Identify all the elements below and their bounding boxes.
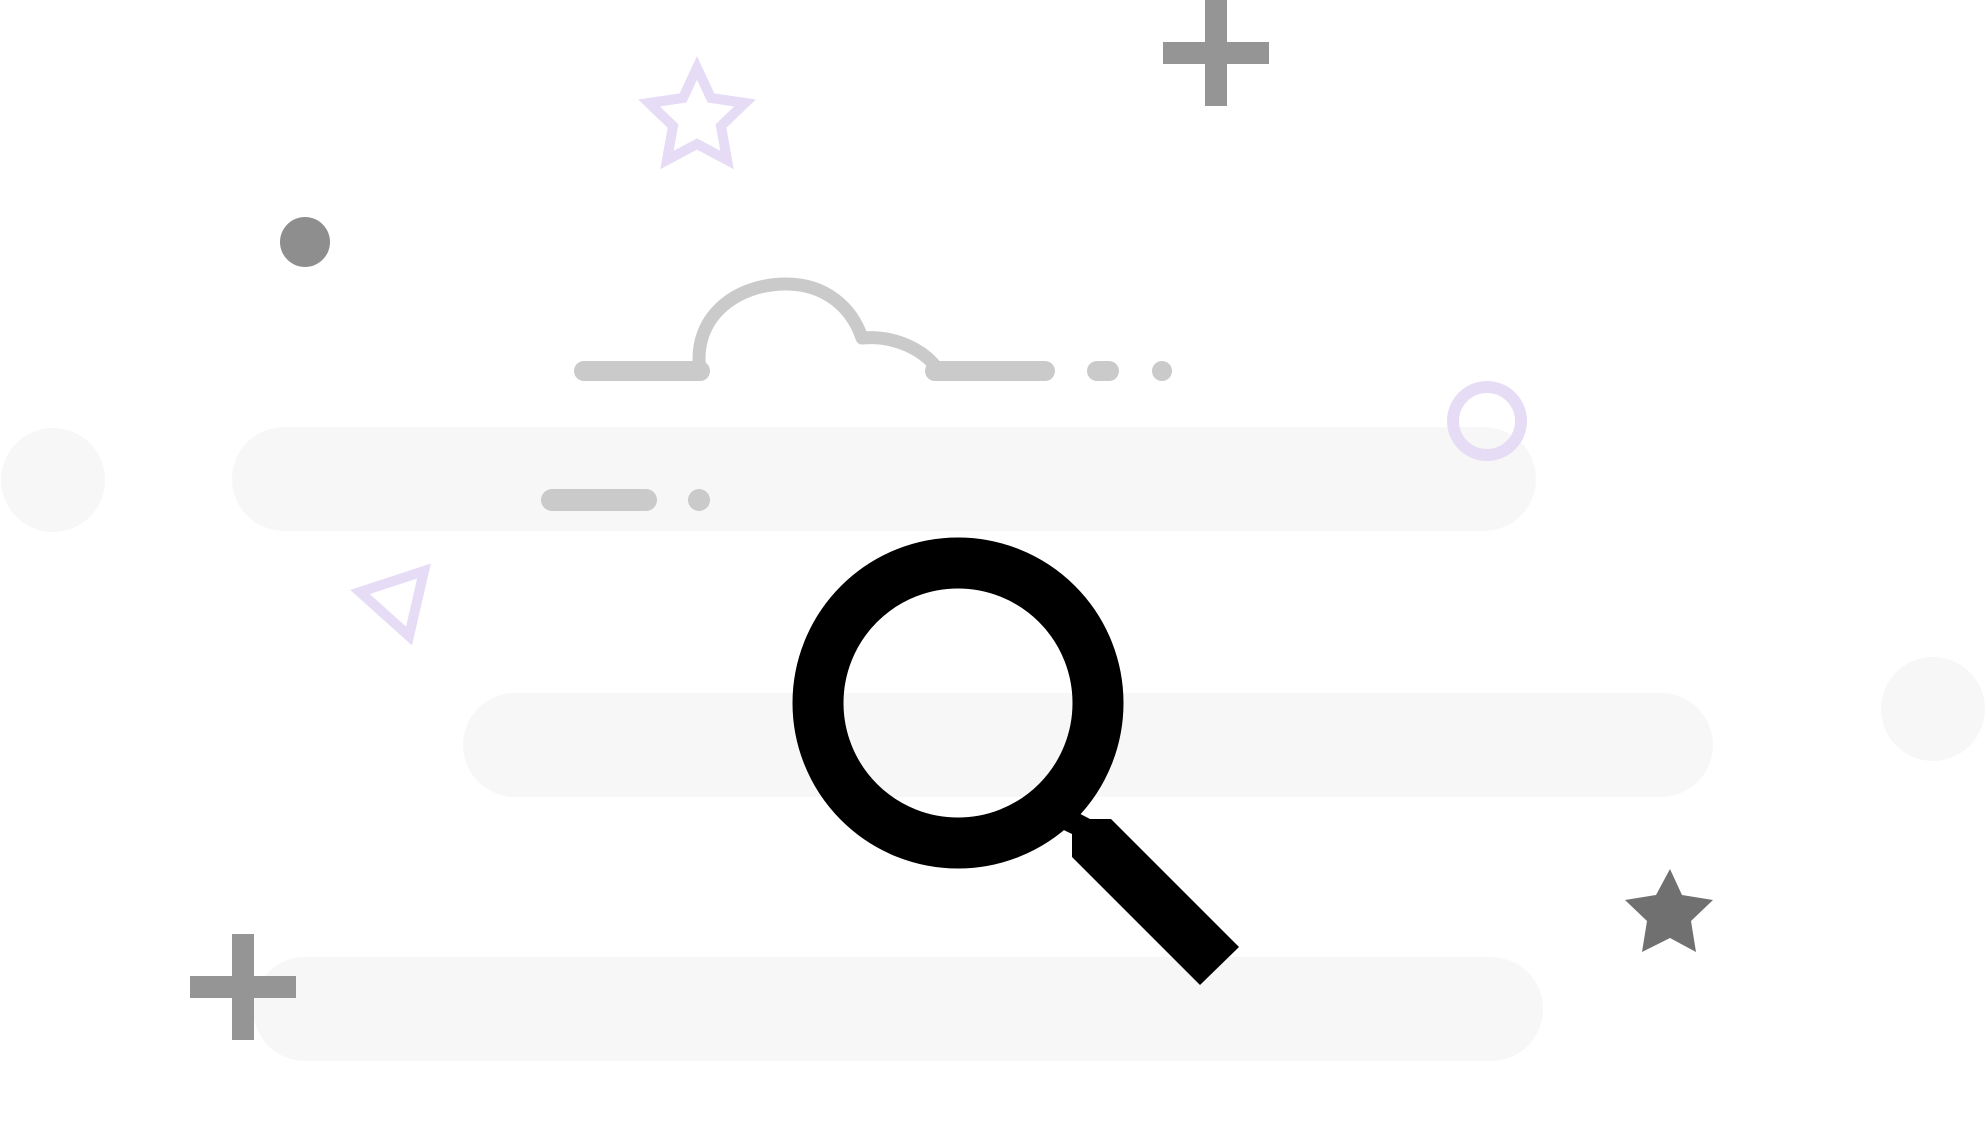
triangle-outline-icon: [350, 563, 431, 646]
dot-icon: [280, 217, 330, 267]
placeholder-bar-top: [232, 427, 1536, 531]
star-filled-icon: [1625, 869, 1713, 952]
placeholder-dot: [1152, 361, 1172, 381]
placeholder-bars: [232, 427, 1713, 1061]
cloud-outline-icon: [692, 277, 946, 378]
soft-circle-left: [1, 428, 105, 532]
plus-icon: [1163, 0, 1269, 106]
placeholder-bar-bottom: [253, 957, 1543, 1061]
placeholder-dot: [688, 489, 710, 511]
placeholder-line-group-top: [574, 361, 1172, 381]
star-outline-icon: [638, 56, 756, 170]
empty-search-illustration: [1, 0, 1985, 1061]
soft-circle-right: [1881, 657, 1985, 761]
